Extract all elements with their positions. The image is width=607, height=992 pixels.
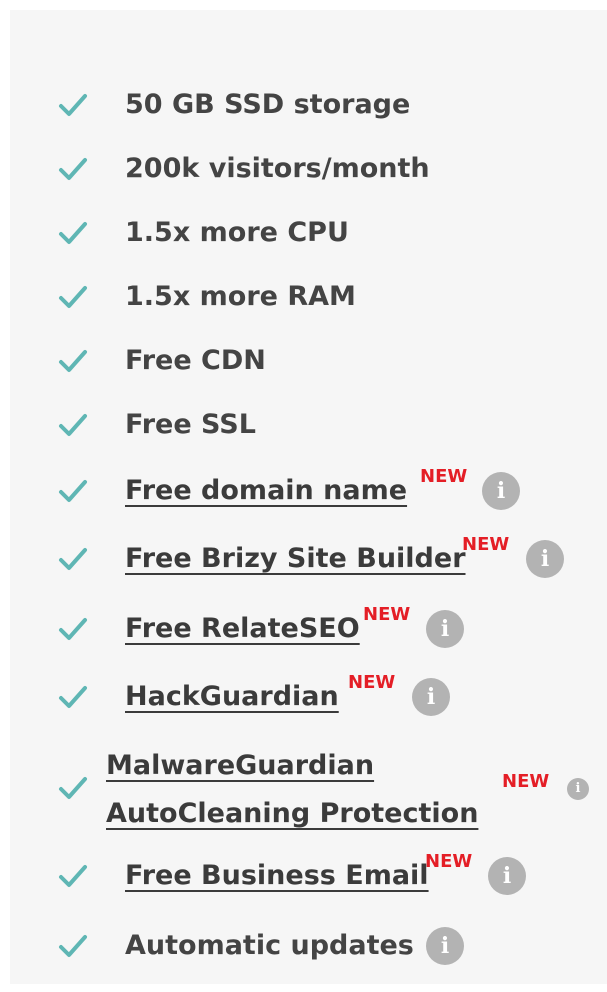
check-icon [58, 477, 88, 505]
new-badge: NEW [348, 672, 396, 693]
feature-label-line1: MalwareGuardian [106, 750, 375, 781]
check-icon [58, 683, 88, 711]
check-icon [58, 91, 88, 119]
feature-label: Automatic updates [125, 930, 414, 961]
check-icon [58, 932, 88, 960]
free-relateseo-link[interactable]: Free RelateSEO [125, 609, 360, 649]
info-icon[interactable]: i [488, 857, 526, 895]
check-icon [58, 219, 88, 247]
info-icon[interactable]: i [567, 778, 589, 800]
check-icon [58, 862, 88, 890]
feature-label: 50 GB SSD storage [125, 89, 411, 120]
check-icon [58, 545, 88, 573]
info-icon[interactable]: i [426, 610, 464, 648]
info-icon[interactable]: i [426, 927, 464, 965]
check-icon [58, 347, 88, 375]
check-icon [58, 411, 88, 439]
new-badge: NEW [425, 851, 473, 872]
feature-label: 1.5x more CPU [125, 217, 349, 248]
check-icon [58, 774, 88, 802]
free-business-email-link[interactable]: Free Business Email [125, 856, 429, 896]
info-icon[interactable]: i [412, 678, 450, 716]
plan-features-panel: 50 GB SSD storage 200k visitors/month 1.… [10, 10, 607, 984]
new-badge: NEW [363, 604, 411, 625]
free-domain-name-link[interactable]: Free domain name [125, 471, 407, 511]
feature-label: 1.5x more RAM [125, 281, 356, 312]
new-badge: NEW [462, 534, 510, 555]
new-badge: NEW [420, 466, 468, 487]
info-icon[interactable]: i [526, 540, 564, 578]
feature-label: Free SSL [125, 409, 256, 440]
feature-label: Free CDN [125, 345, 266, 376]
new-badge: NEW [502, 771, 550, 792]
malwareguardian-autocleaning-link[interactable]: MalwareGuardian AutoCleaning Protection [106, 742, 486, 838]
check-icon [58, 155, 88, 183]
feature-label: 200k visitors/month [125, 153, 430, 184]
check-icon [58, 615, 88, 643]
hackguardian-link[interactable]: HackGuardian [125, 677, 339, 717]
feature-label-line2: AutoCleaning Protection [106, 798, 479, 829]
check-icon [58, 283, 88, 311]
free-brizy-site-builder-link[interactable]: Free Brizy Site Builder [125, 539, 466, 579]
info-icon[interactable]: i [482, 472, 520, 510]
